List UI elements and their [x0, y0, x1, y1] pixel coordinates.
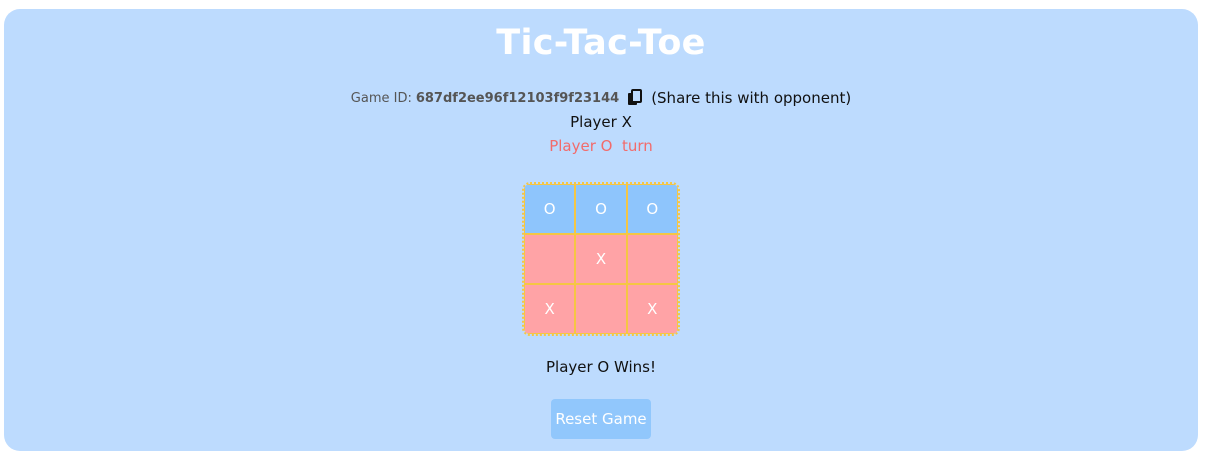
turn-indicator: Player O turn: [549, 137, 653, 155]
board-cell[interactable]: O: [575, 184, 627, 234]
board-cell[interactable]: [575, 284, 627, 334]
share-note: (Share this with opponent): [651, 89, 852, 107]
board-cell[interactable]: X: [524, 284, 576, 334]
game-board: O O O X X X: [522, 182, 680, 336]
game-panel: Tic-Tac-Toe Game ID: 687df2ee96f12103f9f…: [4, 9, 1198, 451]
result-message: Player O Wins!: [545, 358, 657, 376]
page-title: Tic-Tac-Toe: [496, 23, 706, 63]
copy-icon[interactable]: [627, 89, 643, 107]
board-cell[interactable]: X: [575, 234, 627, 284]
board-cell[interactable]: O: [524, 184, 576, 234]
board-cell[interactable]: [524, 234, 576, 284]
board-cell[interactable]: X: [626, 284, 678, 334]
board-cell[interactable]: O: [626, 184, 678, 234]
board-cell[interactable]: [626, 234, 678, 284]
game-id-label: Game ID:: [350, 90, 412, 106]
current-player-label: Player X: [570, 113, 632, 131]
game-id-value: 687df2ee96f12103f9f23144: [415, 90, 620, 106]
reset-game-button[interactable]: Reset Game: [551, 399, 651, 439]
game-id-row: Game ID: 687df2ee96f12103f9f23144 (Share…: [4, 87, 1198, 109]
